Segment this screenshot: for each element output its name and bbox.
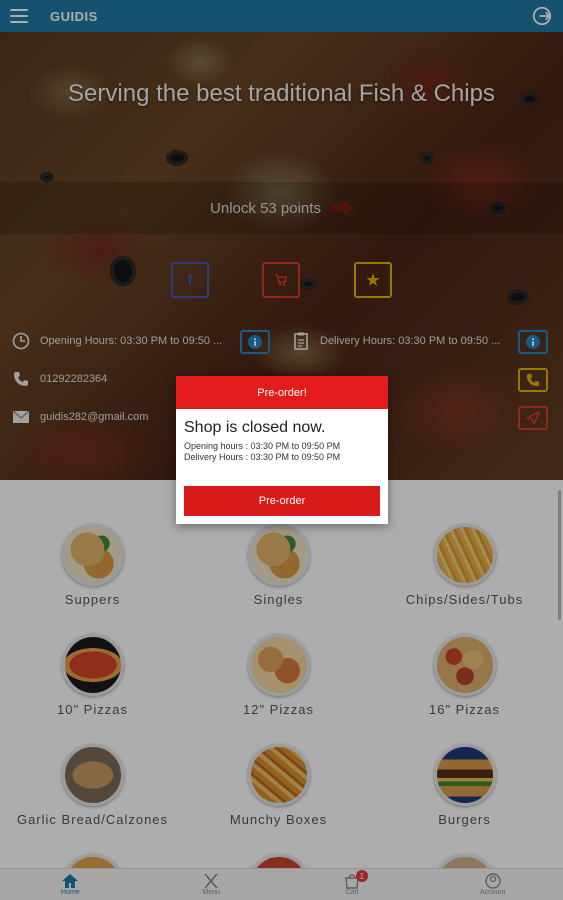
dialog-title: Pre-order! [176,376,388,409]
preorder-button[interactable]: Pre-order [184,486,380,516]
dialog-opening-hours: Opening hours : 03:30 PM to 09:50 PM [184,441,341,451]
dialog-delivery-hours: Delivery Hours : 03:30 PM to 09:50 PM [184,452,341,462]
shop-closed-message: Shop is closed now. [184,419,326,436]
preorder-dialog: Pre-order! Shop is closed now. Opening h… [176,376,388,524]
